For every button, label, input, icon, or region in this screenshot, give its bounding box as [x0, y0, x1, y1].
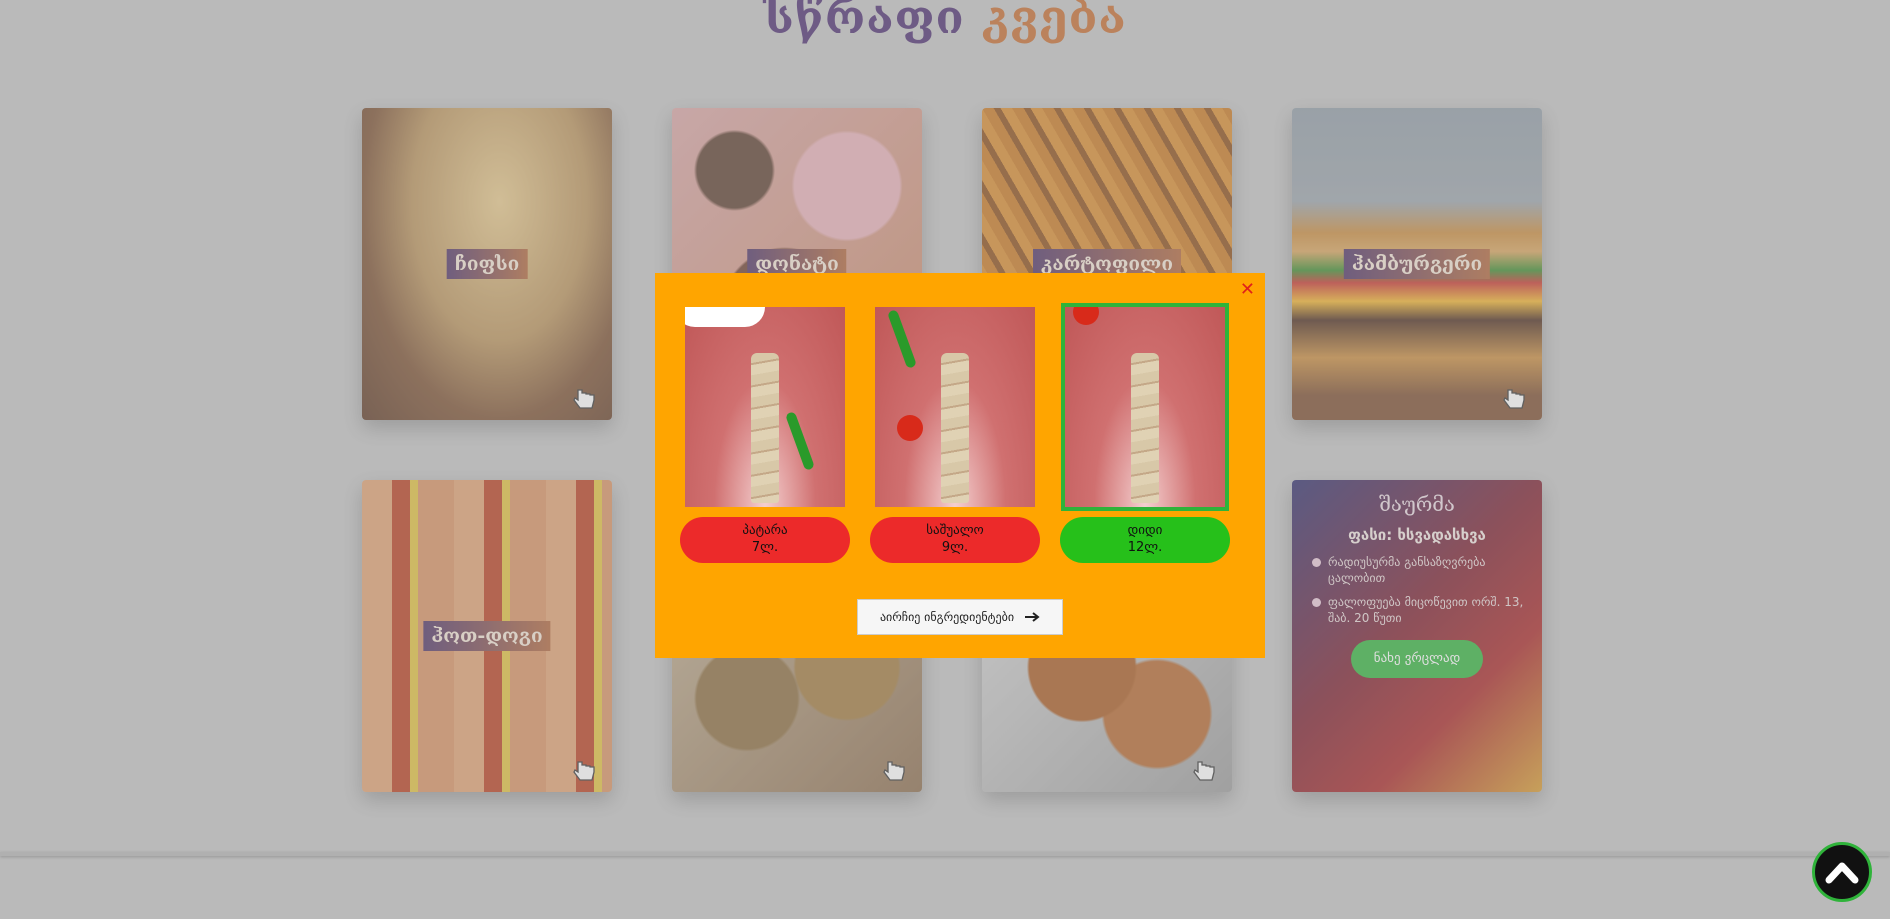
size-price: 12ლ.	[1127, 540, 1163, 555]
chevron-up-icon	[1825, 862, 1859, 884]
shawarma-medium-image	[875, 307, 1035, 507]
size-button-medium[interactable]: საშუალო 9ლ.	[870, 517, 1040, 563]
tomato-decoration	[897, 415, 923, 441]
tomato-decoration	[1073, 307, 1099, 325]
pepper-decoration	[785, 411, 815, 471]
pepper-decoration	[887, 309, 917, 369]
size-button-large[interactable]: დიდი 12ლ.	[1060, 517, 1230, 563]
shawarma-small-image	[685, 307, 845, 507]
size-button-small[interactable]: პატარა 7ლ.	[680, 517, 850, 563]
shawarma-wrap	[751, 353, 779, 503]
size-price: 7ლ.	[751, 540, 779, 555]
shawarma-large-image	[1061, 303, 1229, 511]
size-option-small[interactable]: პატარა 7ლ.	[680, 307, 850, 563]
size-label: საშუალო	[926, 523, 984, 538]
shawarma-wrap	[941, 353, 969, 503]
choose-ingredients-label: აირჩიე ინგრედიენტები	[879, 610, 1015, 624]
choose-ingredients-button[interactable]: აირჩიე ინგრედიენტები	[857, 599, 1063, 635]
size-label: დიდი	[1127, 523, 1163, 538]
size-option-large[interactable]: დიდი 12ლ.	[1060, 303, 1230, 563]
size-option-medium[interactable]: საშუალო 9ლ.	[870, 307, 1040, 563]
footer-divider	[0, 852, 1890, 856]
size-label: პატარა	[742, 523, 788, 538]
cloud-decoration	[685, 307, 765, 327]
size-price: 9ლ.	[941, 540, 969, 555]
shawarma-wrap	[1131, 353, 1159, 503]
scroll-to-top-button[interactable]	[1812, 842, 1872, 902]
size-selection-modal: ✕ პატარა 7ლ. საშუალო 9ლ. დიდი 12ლ. აირჩი…	[655, 273, 1265, 658]
arrow-right-icon	[1025, 612, 1040, 622]
close-icon[interactable]: ✕	[1240, 279, 1255, 300]
